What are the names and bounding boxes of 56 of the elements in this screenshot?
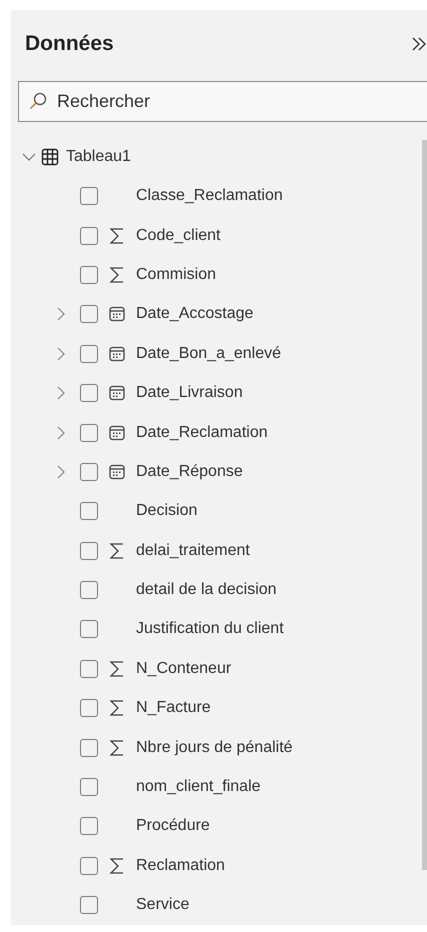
sigma-icon bbox=[109, 226, 125, 245]
checkbox[interactable] bbox=[80, 581, 98, 600]
calendar-icon bbox=[109, 346, 125, 362]
sigma-icon bbox=[109, 266, 125, 284]
checkbox[interactable] bbox=[80, 778, 98, 796]
field-name[interactable]: Nbre jours de pénalité bbox=[136, 736, 293, 760]
checkbox[interactable] bbox=[80, 462, 98, 481]
sigma-icon bbox=[109, 699, 125, 718]
sigma-icon bbox=[109, 856, 125, 875]
field-name[interactable]: Decision bbox=[136, 499, 198, 524]
checkbox[interactable] bbox=[80, 502, 98, 520]
table-icon bbox=[41, 148, 59, 166]
checkbox[interactable] bbox=[80, 660, 98, 678]
checkbox[interactable] bbox=[80, 738, 98, 757]
sigma-icon bbox=[109, 542, 125, 560]
field-name[interactable]: nom_client_finale bbox=[136, 775, 261, 800]
field-name[interactable]: Service bbox=[136, 893, 190, 918]
field-name[interactable]: Justification du client bbox=[136, 617, 284, 642]
field-name[interactable]: Date_Réponse bbox=[136, 460, 243, 484]
search-field[interactable]: Rechercher bbox=[18, 80, 427, 122]
field-name[interactable]: N_Facture bbox=[136, 696, 211, 720]
checkbox[interactable] bbox=[80, 856, 98, 875]
checkbox[interactable] bbox=[80, 620, 98, 638]
checkbox[interactable] bbox=[80, 817, 98, 836]
checkbox[interactable] bbox=[80, 542, 98, 560]
field-name[interactable]: Date_Reclamation bbox=[136, 420, 268, 445]
field-name[interactable]: Date_Accostage bbox=[136, 302, 254, 326]
sigma-icon bbox=[109, 738, 125, 757]
checkbox[interactable] bbox=[80, 344, 98, 363]
field-name[interactable]: Procédure bbox=[136, 814, 210, 838]
checkbox[interactable] bbox=[80, 266, 98, 284]
checkbox[interactable] bbox=[80, 187, 98, 206]
field-name[interactable]: Code_client bbox=[136, 224, 220, 248]
field-name[interactable]: Date_Bon_a_enlevé bbox=[136, 342, 282, 366]
checkbox[interactable] bbox=[80, 699, 98, 718]
table-name[interactable]: Tableau1 bbox=[66, 144, 131, 168]
field-name[interactable]: N_Conteneur bbox=[136, 656, 232, 681]
sigma-icon bbox=[109, 660, 125, 678]
calendar-icon bbox=[109, 464, 125, 480]
calendar-icon bbox=[109, 306, 125, 322]
field-name[interactable]: Classe_Reclamation bbox=[136, 184, 283, 208]
checkbox[interactable] bbox=[80, 305, 98, 324]
checkbox[interactable] bbox=[80, 226, 98, 245]
collapse-pane-icon[interactable] bbox=[411, 36, 427, 52]
field-name[interactable]: Reclamation bbox=[136, 854, 225, 878]
field-name[interactable]: Commision bbox=[136, 262, 216, 287]
field-name[interactable]: Date_Livraison bbox=[136, 381, 243, 406]
calendar-icon bbox=[109, 385, 125, 402]
calendar-icon bbox=[109, 424, 125, 441]
checkbox[interactable] bbox=[80, 896, 98, 914]
field-name[interactable]: delai_traitement bbox=[136, 538, 250, 563]
field-name[interactable]: detail de la decision bbox=[136, 578, 277, 602]
pane-title: Données bbox=[25, 31, 114, 57]
scrollbar[interactable] bbox=[422, 140, 427, 870]
checkbox[interactable] bbox=[80, 384, 98, 402]
checkbox[interactable] bbox=[80, 424, 98, 442]
